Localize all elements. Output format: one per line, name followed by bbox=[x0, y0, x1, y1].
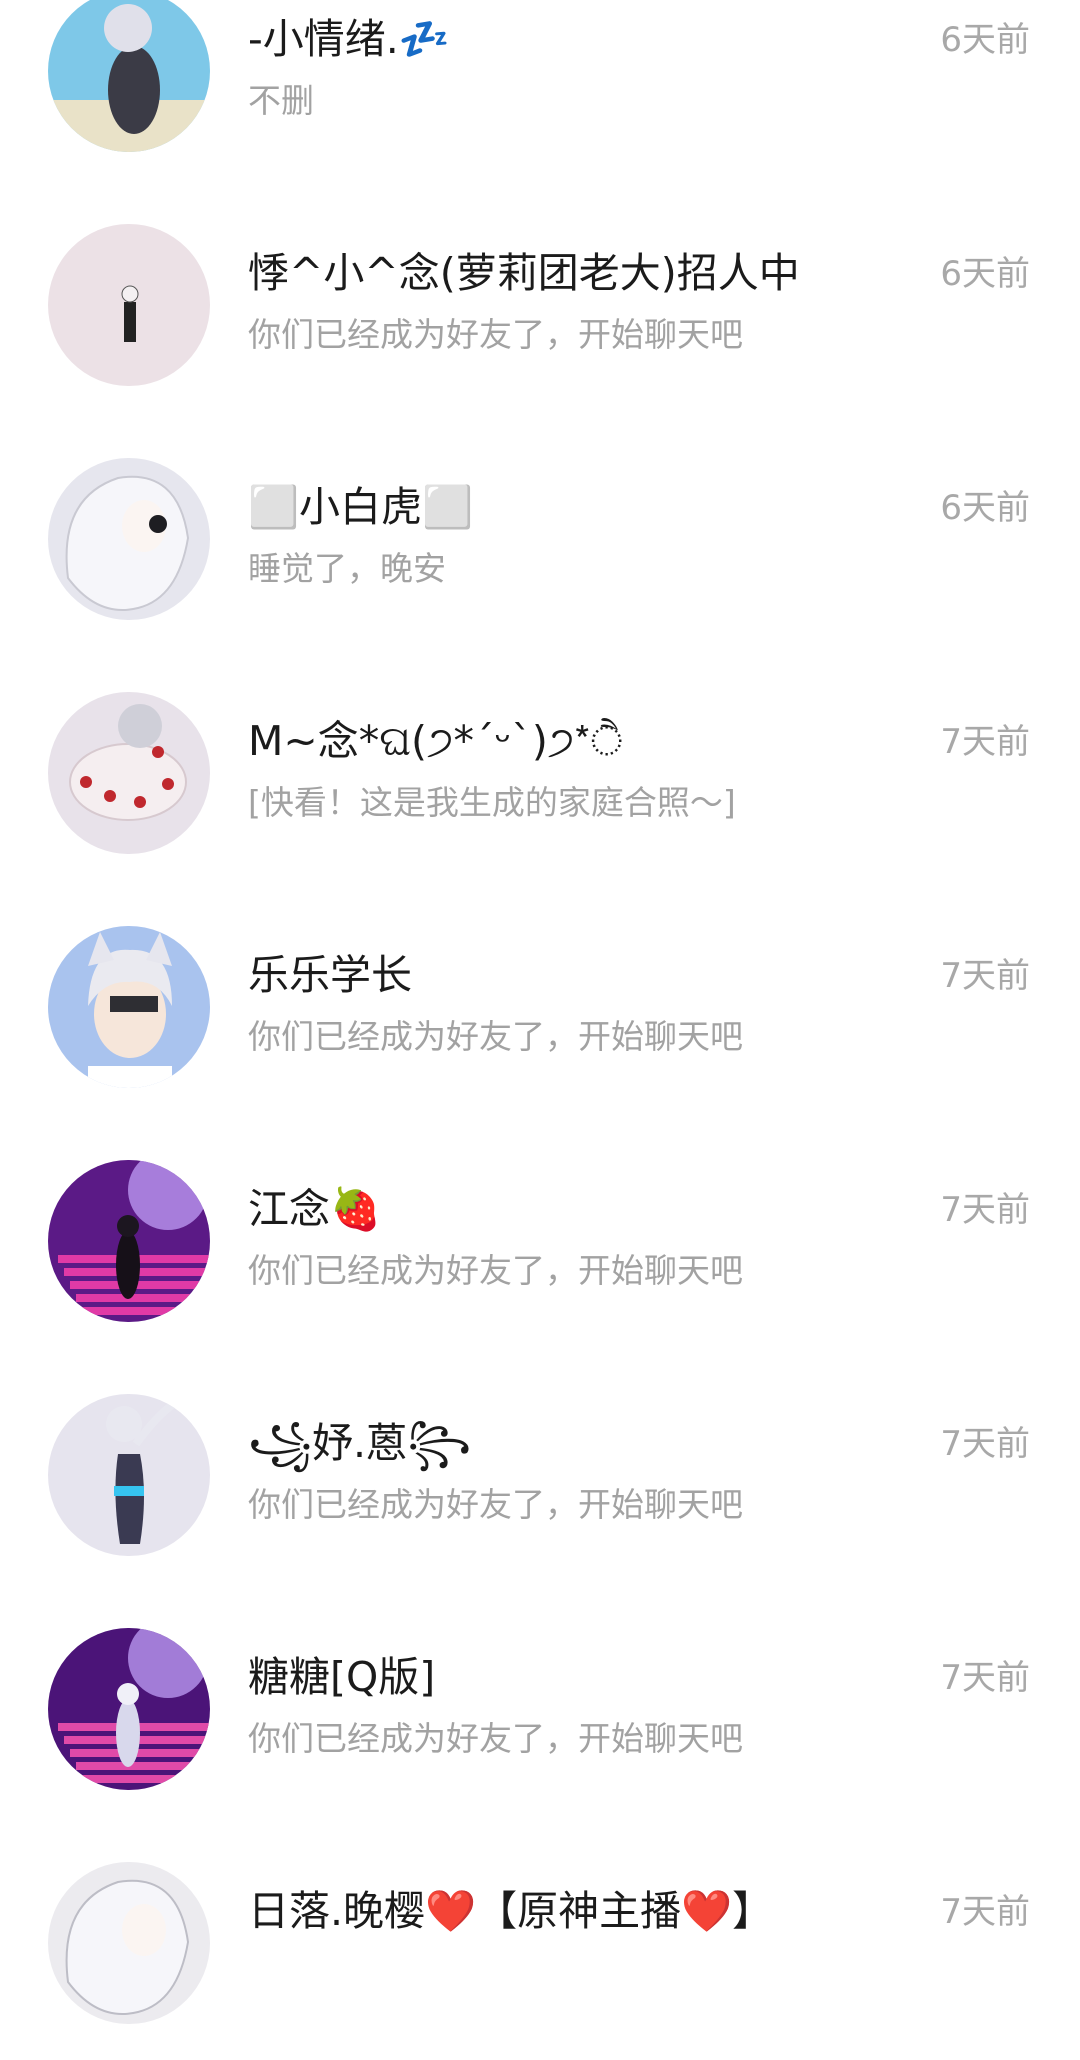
avatar[interactable] bbox=[48, 1160, 210, 1322]
contact-name: 糖糖[Q版] bbox=[248, 1653, 436, 1701]
conversation-item[interactable]: 江念🍓 你们已经成为好友了，开始聊天吧 7天前 bbox=[0, 1124, 1080, 1358]
timestamp: 6天前 bbox=[940, 254, 1030, 294]
contact-name: 乐乐学长 bbox=[248, 951, 412, 999]
last-message-preview: 你们已经成为好友了，开始聊天吧 bbox=[248, 1251, 743, 1290]
contact-name: 江念🍓 bbox=[248, 1185, 382, 1233]
conversation-item[interactable]: -小情绪.💤 不删 6天前 bbox=[0, 0, 1080, 188]
conversation-item[interactable]: 日落.晚樱❤️【原神主播❤️】 7天前 bbox=[0, 1826, 1080, 2060]
last-message-preview: 你们已经成为好友了，开始聊天吧 bbox=[248, 1719, 743, 1758]
timestamp: 7天前 bbox=[940, 722, 1030, 762]
contact-name: 悸^小^念(萝莉团老大)招人中 bbox=[248, 249, 800, 297]
avatar[interactable] bbox=[48, 458, 210, 620]
contact-name: ⬜小白虎⬜ bbox=[248, 483, 474, 531]
contact-name: M~念*ଘ(੭*ˊᵕˋ)੭*ੈ bbox=[248, 717, 624, 765]
conversation-item[interactable]: 乐乐学长你们已经成为好友了，开始聊天吧 7天前 bbox=[0, 890, 1080, 1124]
last-message-preview: 你们已经成为好友了，开始聊天吧 bbox=[248, 1485, 743, 1524]
conversation-item[interactable]: ꧁妤.蒽꧂ 你们已经成为好友了，开始聊天吧 7天前 bbox=[0, 1358, 1080, 1592]
last-message-preview: 你们已经成为好友了，开始聊天吧 bbox=[248, 315, 743, 354]
contact-name: -小情绪.💤 bbox=[248, 15, 450, 63]
avatar[interactable] bbox=[48, 224, 210, 386]
last-message-preview: [快看！这是我生成的家庭合照～] bbox=[248, 783, 736, 822]
timestamp: 6天前 bbox=[940, 20, 1030, 60]
last-message-preview: 不删 bbox=[248, 81, 314, 120]
conversation-item[interactable]: 糖糖[Q版] 你们已经成为好友了，开始聊天吧 7天前 bbox=[0, 1592, 1080, 1826]
conversation-item[interactable]: 悸^小^念(萝莉团老大)招人中你们已经成为好友了，开始聊天吧 6天前 bbox=[0, 188, 1080, 422]
conversation-item[interactable]: M~念*ଘ(੭*ˊᵕˋ)੭*ੈ [快看！这是我生成的家庭合照～] 7天前 bbox=[0, 656, 1080, 890]
avatar[interactable] bbox=[48, 0, 210, 152]
avatar[interactable] bbox=[48, 1862, 210, 2024]
conversation-item[interactable]: ⬜小白虎⬜ 睡觉了，晚安 6天前 bbox=[0, 422, 1080, 656]
avatar[interactable] bbox=[48, 1628, 210, 1790]
avatar[interactable] bbox=[48, 1394, 210, 1556]
timestamp: 7天前 bbox=[940, 1892, 1030, 1932]
timestamp: 7天前 bbox=[940, 1424, 1030, 1464]
timestamp: 6天前 bbox=[940, 488, 1030, 528]
avatar[interactable] bbox=[48, 926, 210, 1088]
timestamp: 7天前 bbox=[940, 956, 1030, 996]
last-message-preview: 睡觉了，晚安 bbox=[248, 549, 446, 588]
chat-list: -小情绪.💤 不删 6天前 悸^小^念(萝莉团老大)招人中 你们已经成为好友了，开始聊天… bbox=[0, 0, 1080, 2060]
last-message-preview: 你们已经成为好友了，开始聊天吧 bbox=[248, 1017, 743, 1056]
timestamp: 7天前 bbox=[940, 1658, 1030, 1698]
contact-name: ꧁妤.蒽꧂ bbox=[248, 1419, 472, 1467]
avatar[interactable] bbox=[48, 692, 210, 854]
contact-name: 日落.晚樱❤️【原神主播❤️】 bbox=[248, 1887, 774, 1935]
timestamp: 7天前 bbox=[940, 1190, 1030, 1230]
